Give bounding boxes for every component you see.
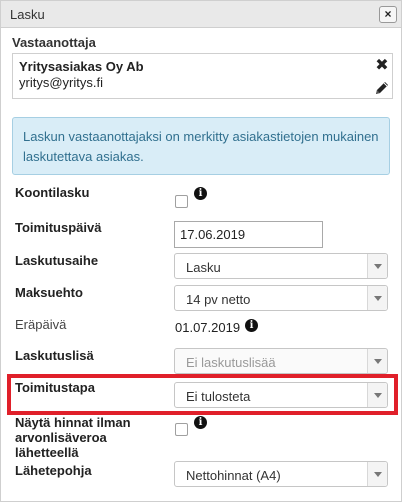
lahetepohja-label: Lähetepohja xyxy=(15,463,92,478)
chevron-down-icon xyxy=(374,296,382,301)
info-alert-text: Laskun vastaanottajaksi on merkitty asia… xyxy=(23,129,379,164)
nayta-hinnat-label-line3: lähetteellä xyxy=(15,445,79,460)
lahetepohja-select[interactable]: Nettohinnat (A4) xyxy=(174,461,388,487)
recipient-box: Yritysasiakas Oy Ab yritys@yritys.fi ✖ xyxy=(12,53,393,99)
chevron-down-icon xyxy=(374,472,382,477)
highlight-frame xyxy=(7,374,398,415)
info-alert: Laskun vastaanottajaksi on merkitty asia… xyxy=(12,117,390,175)
laskutusaihe-value: Lasku xyxy=(186,260,221,275)
erapaiva-value: 01.07.2019 xyxy=(175,320,241,335)
toimituspaiva-input[interactable]: 17.06.2019 xyxy=(174,221,323,248)
dropdown-arrow-zone xyxy=(367,462,387,486)
maksuehto-value: 14 pv netto xyxy=(186,292,251,307)
laskutusaihe-label: Laskutusaihe xyxy=(15,253,99,268)
chevron-down-icon xyxy=(374,359,382,364)
toimituspaiva-label: Toimituspäivä xyxy=(15,220,102,235)
dropdown-arrow-zone xyxy=(367,286,387,310)
nayta-hinnat-label-line2: arvonlisäveroa xyxy=(15,430,107,445)
close-icon[interactable]: ✖ xyxy=(375,58,389,74)
dialog-close-button[interactable]: × xyxy=(379,6,397,23)
dropdown-arrow-zone xyxy=(367,349,387,373)
laskutuslisa-label: Laskutuslisä xyxy=(15,348,94,363)
recipient-label: Vastaanottaja xyxy=(12,35,96,50)
dialog-titlebar: Lasku × xyxy=(1,1,401,28)
laskutuslisa-placeholder: Ei laskutuslisää xyxy=(186,355,276,370)
erapaiva-label: Eräpäivä xyxy=(15,317,67,332)
maksuehto-select[interactable]: 14 pv netto xyxy=(174,285,388,311)
info-icon[interactable]: i xyxy=(194,187,207,200)
dropdown-arrow-zone xyxy=(367,254,387,278)
laskutuslisa-select[interactable]: Ei laskutuslisää xyxy=(174,348,388,374)
recipient-name: Yritysasiakas Oy Ab xyxy=(19,59,144,74)
dialog-title: Lasku xyxy=(10,7,45,22)
nayta-hinnat-checkbox[interactable] xyxy=(175,423,188,436)
maksuehto-label: Maksuehto xyxy=(15,285,83,300)
lahetepohja-value: Nettohinnat (A4) xyxy=(186,468,281,483)
laskutusaihe-select[interactable]: Lasku xyxy=(174,253,388,279)
nayta-hinnat-label-line1: Näytä hinnat ilman xyxy=(15,415,131,430)
invoice-dialog: Lasku × Vastaanottaja Yritysasiakas Oy A… xyxy=(0,0,402,502)
info-icon[interactable]: i xyxy=(245,319,258,332)
koontilasku-label: Koontilasku xyxy=(15,185,90,200)
koontilasku-checkbox[interactable] xyxy=(175,195,188,208)
chevron-down-icon xyxy=(374,264,382,269)
info-icon[interactable]: i xyxy=(194,416,207,429)
recipient-email: yritys@yritys.fi xyxy=(19,75,103,90)
pencil-icon[interactable] xyxy=(374,80,390,96)
